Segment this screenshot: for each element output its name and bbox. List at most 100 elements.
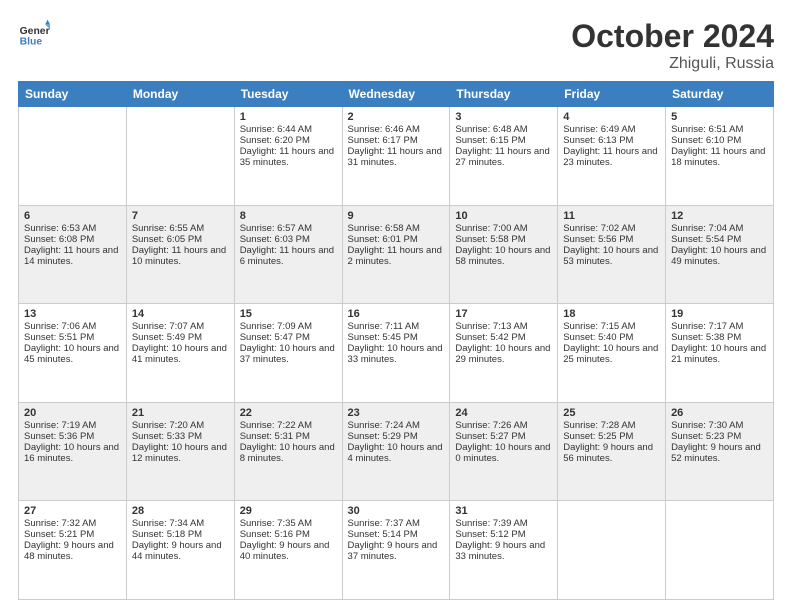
calendar-week-row: 20Sunrise: 7:19 AMSunset: 5:36 PMDayligh… xyxy=(19,402,774,501)
daylight: Daylight: 10 hours and 58 minutes. xyxy=(455,245,550,267)
col-sunday: Sunday xyxy=(19,82,127,107)
table-row xyxy=(666,501,774,600)
table-row: 2Sunrise: 6:46 AMSunset: 6:17 PMDaylight… xyxy=(342,107,450,206)
day-number: 20 xyxy=(24,407,121,419)
daylight: Daylight: 11 hours and 18 minutes. xyxy=(671,146,765,168)
col-thursday: Thursday xyxy=(450,82,558,107)
sunrise: Sunrise: 7:19 AM xyxy=(24,420,96,431)
day-number: 6 xyxy=(24,210,121,222)
sunrise: Sunrise: 7:26 AM xyxy=(455,420,527,431)
day-number: 9 xyxy=(348,210,445,222)
table-row: 7Sunrise: 6:55 AMSunset: 6:05 PMDaylight… xyxy=(126,205,234,304)
sunset: Sunset: 5:40 PM xyxy=(563,332,633,343)
day-number: 18 xyxy=(563,308,660,320)
sunset: Sunset: 5:58 PM xyxy=(455,234,525,245)
daylight: Daylight: 10 hours and 12 minutes. xyxy=(132,442,227,464)
sunrise: Sunrise: 6:46 AM xyxy=(348,124,420,135)
sunrise: Sunrise: 6:49 AM xyxy=(563,124,635,135)
daylight: Daylight: 10 hours and 53 minutes. xyxy=(563,245,658,267)
sunrise: Sunrise: 7:00 AM xyxy=(455,223,527,234)
table-row: 4Sunrise: 6:49 AMSunset: 6:13 PMDaylight… xyxy=(558,107,666,206)
sunset: Sunset: 5:12 PM xyxy=(455,529,525,540)
day-number: 8 xyxy=(240,210,337,222)
sunrise: Sunrise: 7:22 AM xyxy=(240,420,312,431)
table-row: 23Sunrise: 7:24 AMSunset: 5:29 PMDayligh… xyxy=(342,402,450,501)
table-row: 9Sunrise: 6:58 AMSunset: 6:01 PMDaylight… xyxy=(342,205,450,304)
sunset: Sunset: 5:21 PM xyxy=(24,529,94,540)
calendar-week-row: 27Sunrise: 7:32 AMSunset: 5:21 PMDayligh… xyxy=(19,501,774,600)
day-number: 16 xyxy=(348,308,445,320)
sunset: Sunset: 5:29 PM xyxy=(348,431,418,442)
day-number: 19 xyxy=(671,308,768,320)
sunset: Sunset: 5:16 PM xyxy=(240,529,310,540)
daylight: Daylight: 9 hours and 56 minutes. xyxy=(563,442,653,464)
day-number: 14 xyxy=(132,308,229,320)
sunrise: Sunrise: 7:39 AM xyxy=(455,518,527,529)
sunset: Sunset: 5:54 PM xyxy=(671,234,741,245)
sunset: Sunset: 5:56 PM xyxy=(563,234,633,245)
daylight: Daylight: 11 hours and 35 minutes. xyxy=(240,146,334,168)
sunrise: Sunrise: 7:11 AM xyxy=(348,321,420,332)
daylight: Daylight: 11 hours and 14 minutes. xyxy=(24,245,118,267)
table-row: 18Sunrise: 7:15 AMSunset: 5:40 PMDayligh… xyxy=(558,304,666,403)
sunrise: Sunrise: 6:51 AM xyxy=(671,124,743,135)
sunset: Sunset: 5:18 PM xyxy=(132,529,202,540)
sunset: Sunset: 5:51 PM xyxy=(24,332,94,343)
table-row: 30Sunrise: 7:37 AMSunset: 5:14 PMDayligh… xyxy=(342,501,450,600)
day-number: 10 xyxy=(455,210,552,222)
table-row: 15Sunrise: 7:09 AMSunset: 5:47 PMDayligh… xyxy=(234,304,342,403)
sunrise: Sunrise: 7:17 AM xyxy=(671,321,743,332)
daylight: Daylight: 10 hours and 16 minutes. xyxy=(24,442,119,464)
sunset: Sunset: 5:45 PM xyxy=(348,332,418,343)
daylight: Daylight: 10 hours and 0 minutes. xyxy=(455,442,550,464)
header: General Blue October 2024 Zhiguli, Russi… xyxy=(18,18,774,73)
daylight: Daylight: 9 hours and 52 minutes. xyxy=(671,442,761,464)
sunrise: Sunrise: 6:57 AM xyxy=(240,223,312,234)
sunrise: Sunrise: 7:13 AM xyxy=(455,321,527,332)
sunset: Sunset: 5:14 PM xyxy=(348,529,418,540)
daylight: Daylight: 9 hours and 33 minutes. xyxy=(455,540,545,562)
daylight: Daylight: 9 hours and 40 minutes. xyxy=(240,540,330,562)
table-row: 11Sunrise: 7:02 AMSunset: 5:56 PMDayligh… xyxy=(558,205,666,304)
day-number: 24 xyxy=(455,407,552,419)
sunset: Sunset: 6:01 PM xyxy=(348,234,418,245)
day-number: 23 xyxy=(348,407,445,419)
sunrise: Sunrise: 7:06 AM xyxy=(24,321,96,332)
logo-icon: General Blue xyxy=(18,18,50,50)
daylight: Daylight: 10 hours and 49 minutes. xyxy=(671,245,766,267)
sunset: Sunset: 5:33 PM xyxy=(132,431,202,442)
table-row: 27Sunrise: 7:32 AMSunset: 5:21 PMDayligh… xyxy=(19,501,127,600)
sunrise: Sunrise: 7:37 AM xyxy=(348,518,420,529)
table-row: 20Sunrise: 7:19 AMSunset: 5:36 PMDayligh… xyxy=(19,402,127,501)
sunset: Sunset: 6:13 PM xyxy=(563,135,633,146)
page: General Blue October 2024 Zhiguli, Russi… xyxy=(0,0,792,612)
col-monday: Monday xyxy=(126,82,234,107)
sunrise: Sunrise: 7:30 AM xyxy=(671,420,743,431)
day-number: 27 xyxy=(24,505,121,517)
sunrise: Sunrise: 7:35 AM xyxy=(240,518,312,529)
svg-text:General: General xyxy=(20,26,50,37)
daylight: Daylight: 9 hours and 48 minutes. xyxy=(24,540,114,562)
daylight: Daylight: 9 hours and 37 minutes. xyxy=(348,540,438,562)
sunrise: Sunrise: 6:58 AM xyxy=(348,223,420,234)
day-number: 30 xyxy=(348,505,445,517)
svg-text:Blue: Blue xyxy=(20,36,43,47)
day-number: 31 xyxy=(455,505,552,517)
daylight: Daylight: 10 hours and 29 minutes. xyxy=(455,343,550,365)
calendar-header-row: Sunday Monday Tuesday Wednesday Thursday… xyxy=(19,82,774,107)
sunset: Sunset: 6:05 PM xyxy=(132,234,202,245)
sunset: Sunset: 5:27 PM xyxy=(455,431,525,442)
day-number: 28 xyxy=(132,505,229,517)
table-row: 24Sunrise: 7:26 AMSunset: 5:27 PMDayligh… xyxy=(450,402,558,501)
subtitle: Zhiguli, Russia xyxy=(571,55,774,73)
day-number: 11 xyxy=(563,210,660,222)
sunrise: Sunrise: 7:09 AM xyxy=(240,321,312,332)
daylight: Daylight: 11 hours and 6 minutes. xyxy=(240,245,334,267)
sunset: Sunset: 5:36 PM xyxy=(24,431,94,442)
daylight: Daylight: 10 hours and 4 minutes. xyxy=(348,442,443,464)
table-row: 5Sunrise: 6:51 AMSunset: 6:10 PMDaylight… xyxy=(666,107,774,206)
daylight: Daylight: 9 hours and 44 minutes. xyxy=(132,540,222,562)
title-block: October 2024 Zhiguli, Russia xyxy=(571,18,774,73)
day-number: 13 xyxy=(24,308,121,320)
table-row: 13Sunrise: 7:06 AMSunset: 5:51 PMDayligh… xyxy=(19,304,127,403)
